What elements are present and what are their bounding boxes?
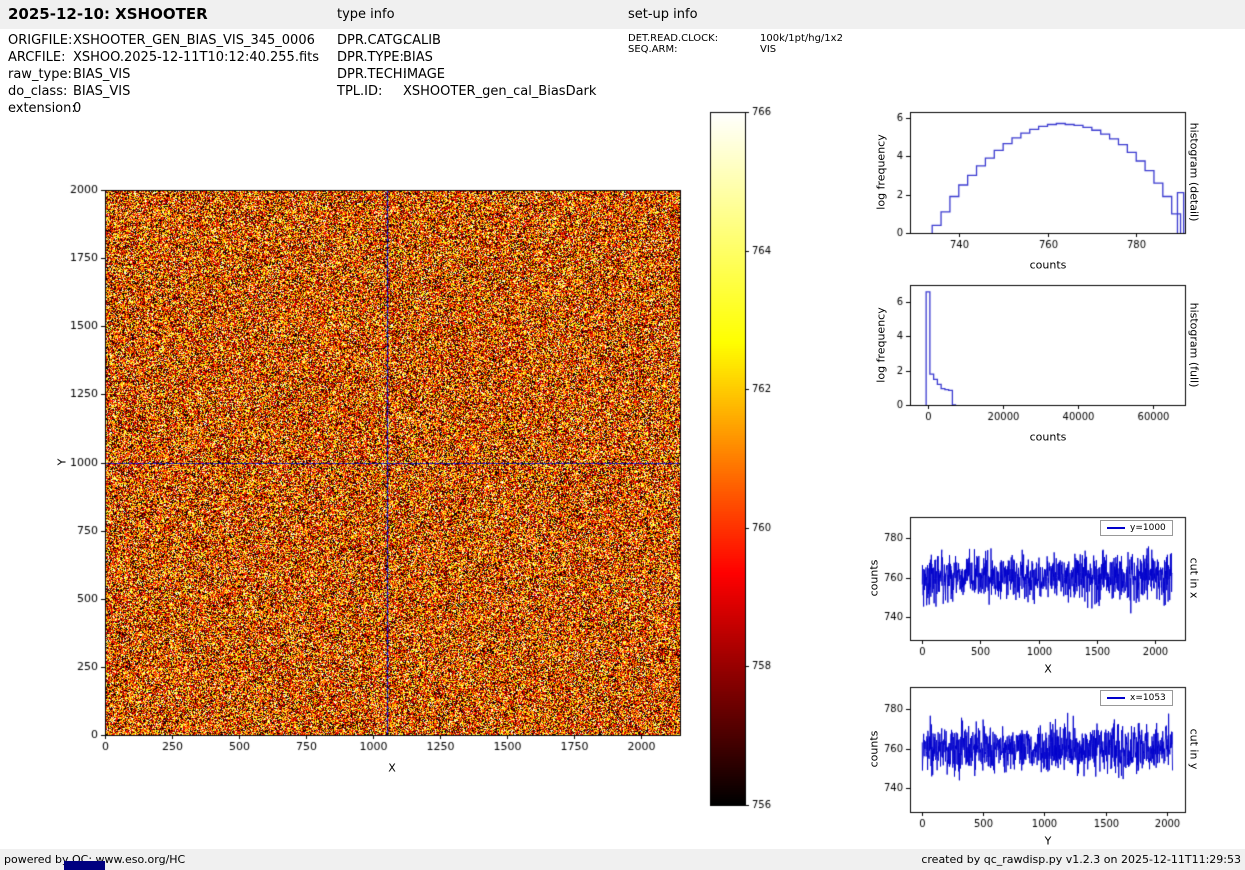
meta-key: raw_type: [8, 67, 73, 82]
meta-key: DPR.TYPE: [337, 50, 403, 65]
meta-row-extension: extension: 0 [8, 100, 319, 117]
footer-accent-bar [64, 861, 105, 870]
meta-value: BIAS_VIS [73, 67, 130, 82]
meta-row-dpr-type: DPR.TYPE: BIAS [337, 49, 596, 66]
meta-key: do_class: [8, 84, 73, 99]
setup-info-metadata: DET.READ.CLOCK: 100k/1pt/hg/1x2 SEQ.ARM:… [628, 33, 843, 55]
cut-x-yaxis-label: counts [868, 560, 881, 597]
meta-key: DET.READ.CLOCK: [628, 33, 760, 44]
hist-detail-xaxis-label: counts [1030, 259, 1067, 272]
cut-y-side-label: cut in y [1188, 729, 1201, 770]
meta-value: IMAGE [403, 67, 445, 82]
meta-row-seq-arm: SEQ.ARM: VIS [628, 44, 843, 55]
cut-y-yaxis-label: counts [868, 731, 881, 768]
meta-value: VIS [760, 44, 776, 55]
cut-x-xaxis-label: X [1044, 663, 1052, 676]
meta-key: DPR.CATG: [337, 33, 403, 48]
hist-detail-yaxis-label: log frequency [875, 134, 888, 209]
meta-row-origfile: ORIGFILE: XSHOOTER_GEN_BIAS_VIS_345_0006 [8, 32, 319, 49]
setup-info-heading: set-up info [628, 7, 698, 22]
cut-y-legend: x=1053 [1100, 690, 1173, 706]
header-bar: 2025-12-10: XSHOOTER type info set-up in… [0, 0, 1245, 29]
meta-value: BIAS_VIS [73, 84, 130, 99]
meta-key: TPL.ID: [337, 84, 403, 99]
bias-xaxis-label: X [388, 762, 396, 775]
meta-row-read-clock: DET.READ.CLOCK: 100k/1pt/hg/1x2 [628, 33, 843, 44]
bias-yaxis-label: Y [56, 459, 69, 466]
meta-key: extension: [8, 101, 73, 116]
file-metadata-left: ORIGFILE: XSHOOTER_GEN_BIAS_VIS_345_0006… [8, 32, 319, 117]
meta-row-dpr-catg: DPR.CATG: CALIB [337, 32, 596, 49]
meta-key: DPR.TECH: [337, 67, 403, 82]
type-info-heading: type info [337, 7, 395, 22]
cut-y-legend-label: x=1053 [1130, 693, 1166, 703]
footer-created-by: created by qc_rawdisp.py v1.2.3 on 2025-… [921, 853, 1241, 866]
meta-value: 0 [73, 101, 81, 116]
type-info-metadata: DPR.CATG: CALIB DPR.TYPE: BIAS DPR.TECH:… [337, 32, 596, 100]
bias-image-plot [55, 170, 705, 770]
colorbar [705, 105, 790, 815]
hist-detail-side-label: histogram (detail) [1188, 123, 1201, 222]
cut-x-legend-label: y=1000 [1130, 523, 1166, 533]
cut-y-xaxis-label: Y [1045, 835, 1052, 848]
meta-value: CALIB [403, 33, 441, 48]
meta-key: ORIGFILE: [8, 33, 73, 48]
hist-full-xaxis-label: counts [1030, 431, 1067, 444]
meta-key: SEQ.ARM: [628, 44, 760, 55]
cut-x-legend: y=1000 [1100, 520, 1173, 536]
page-title: 2025-12-10: XSHOOTER [8, 5, 208, 23]
hist-full-yaxis-label: log frequency [875, 307, 888, 382]
hist-full-side-label: histogram (full) [1188, 303, 1201, 388]
cut-x-side-label: cut in x [1188, 558, 1201, 599]
meta-value: 100k/1pt/hg/1x2 [760, 33, 843, 44]
meta-key: ARCFILE: [8, 50, 73, 65]
meta-row-raw-type: raw_type: BIAS_VIS [8, 66, 319, 83]
legend-line-sample [1107, 527, 1125, 529]
meta-value: XSHOO.2025-12-11T10:12:40.255.fits [73, 50, 319, 65]
meta-value: BIAS [403, 50, 433, 65]
meta-row-dpr-tech: DPR.TECH: IMAGE [337, 66, 596, 83]
meta-value: XSHOOTER_gen_cal_BiasDark [403, 84, 596, 99]
qc-rawdisp-page: 2025-12-10: XSHOOTER type info set-up in… [0, 0, 1245, 870]
meta-row-arcfile: ARCFILE: XSHOO.2025-12-11T10:12:40.255.f… [8, 49, 319, 66]
meta-value: XSHOOTER_GEN_BIAS_VIS_345_0006 [73, 33, 315, 48]
meta-row-do-class: do_class: BIAS_VIS [8, 83, 319, 100]
meta-row-tpl-id: TPL.ID: XSHOOTER_gen_cal_BiasDark [337, 83, 596, 100]
legend-line-sample [1107, 697, 1125, 699]
